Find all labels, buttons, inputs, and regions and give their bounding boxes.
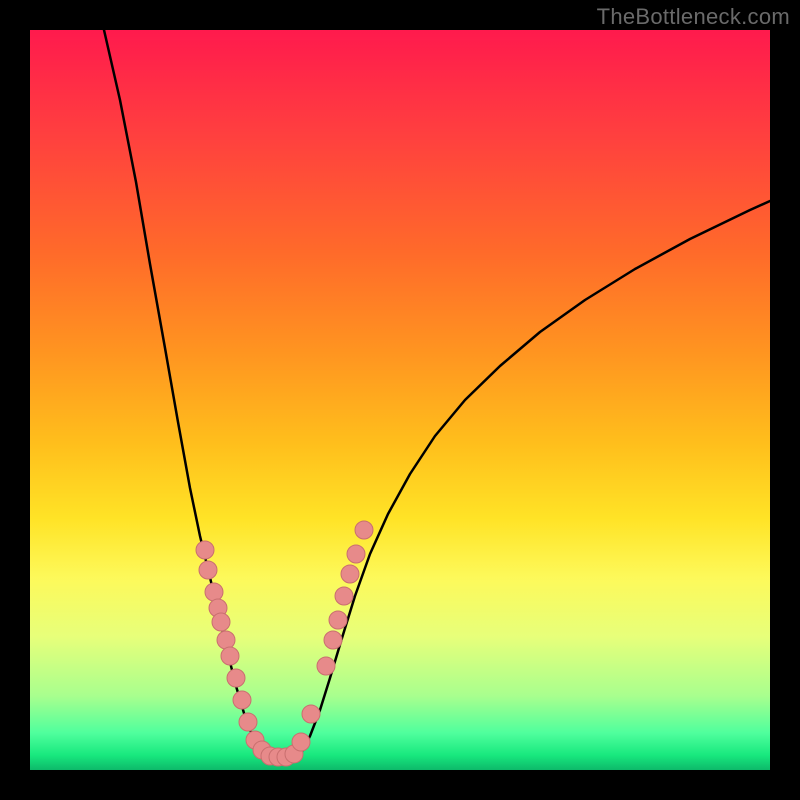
data-dot [239,713,257,731]
data-dot [196,541,214,559]
outer-frame: TheBottleneck.com [0,0,800,800]
watermark-label: TheBottleneck.com [597,4,790,30]
data-dot [347,545,365,563]
data-dot [317,657,335,675]
data-dot [212,613,230,631]
plot-area [30,30,770,770]
data-dot [227,669,245,687]
data-dot [355,521,373,539]
data-dot [217,631,235,649]
data-dot [302,705,320,723]
data-dot [233,691,251,709]
data-dot [292,733,310,751]
data-dot [221,647,239,665]
data-dot [199,561,217,579]
curve-right-arm [296,201,770,757]
data-dot [329,611,347,629]
curve-left-arm [104,30,267,757]
dots-group [196,521,373,766]
chart-svg [30,30,770,770]
data-dot [324,631,342,649]
data-dot [341,565,359,583]
curve-group [104,30,770,759]
data-dot [335,587,353,605]
data-dot [205,583,223,601]
